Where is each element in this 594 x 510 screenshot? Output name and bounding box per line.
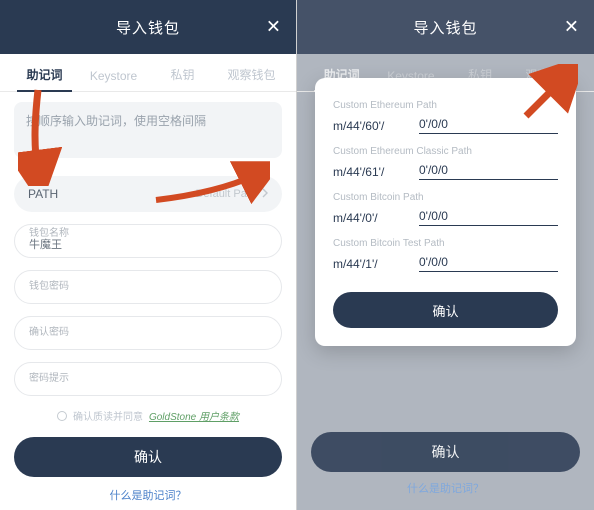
tab-privatekey[interactable]: 私钥: [148, 66, 217, 91]
chevron-right-icon: [262, 188, 268, 201]
wallet-name-field[interactable]: 钱包名称 牛魔王: [14, 224, 282, 258]
path-row[interactable]: PATH Default Path: [14, 176, 282, 212]
what-is-mnemonic-link[interactable]: 什么是助记词？: [0, 487, 296, 503]
confirm-password-field[interactable]: 确认密码: [14, 316, 282, 350]
mnemonic-input[interactable]: 按顺序输入助记词，使用空格间隔: [14, 102, 282, 158]
confirm-button[interactable]: 确认: [14, 437, 282, 477]
path-row-eth: m/44'/60'/ 0'/0/0: [333, 117, 558, 140]
path-row-etc: m/44'/61'/ 0'/0/0: [333, 163, 558, 186]
path-label: PATH: [28, 187, 58, 201]
section-label-btctest: Custom Bitcoin Test Path: [333, 238, 558, 249]
path-input[interactable]: 0'/0/0: [419, 117, 558, 134]
path-row-btc: m/44'/0'/ 0'/0/0: [333, 209, 558, 232]
password-field[interactable]: 钱包密码: [14, 270, 282, 304]
section-label-btc: Custom Bitcoin Path: [333, 192, 558, 203]
page-title: 导入钱包: [116, 17, 180, 38]
path-row-btctest: m/44'/1'/ 0'/0/0: [333, 255, 558, 278]
right-screen: 导入钱包 ✕ 助记词 Keystore 私钥 观察钱包 确认 什么是助记词？ C…: [297, 0, 594, 510]
app-header: 导入钱包 ✕: [0, 0, 296, 54]
tab-mnemonic[interactable]: 助记词: [10, 66, 79, 91]
app-header-dim: 导入钱包 ✕: [297, 0, 594, 54]
what-is-mnemonic-link-dim: 什么是助记词？: [297, 480, 594, 496]
terms-row: 确认质读并同意 GoldStone 用户条款: [14, 408, 282, 423]
section-label-eth: Custom Ethereum Path: [333, 100, 558, 111]
path-input[interactable]: 0'/0/0: [419, 163, 558, 180]
path-prefix: m/44'/60'/: [333, 119, 403, 133]
content: 按顺序输入助记词，使用空格间隔 PATH Default Path 钱包名称 牛…: [0, 92, 296, 423]
confirm-button-dim: 确认: [311, 432, 580, 472]
left-screen: 导入钱包 ✕ 助记词 Keystore 私钥 观察钱包 按顺序输入助记词，使用空…: [0, 0, 297, 510]
path-prefix: m/44'/1'/: [333, 257, 403, 271]
path-input[interactable]: 0'/0/0: [419, 255, 558, 272]
terms-checkbox[interactable]: [57, 411, 67, 421]
path-modal: Custom Ethereum Path m/44'/60'/ 0'/0/0 C…: [315, 78, 576, 346]
mnemonic-placeholder: 按顺序输入助记词，使用空格间隔: [26, 112, 206, 129]
path-prefix: m/44'/0'/: [333, 211, 403, 225]
password-hint-field[interactable]: 密码提示: [14, 362, 282, 396]
close-icon[interactable]: ✕: [266, 17, 282, 38]
tabs: 助记词 Keystore 私钥 观察钱包: [0, 54, 296, 92]
path-prefix: m/44'/61'/: [333, 165, 403, 179]
terms-link[interactable]: GoldStone 用户条款: [149, 408, 239, 423]
section-label-etc: Custom Ethereum Classic Path: [333, 146, 558, 157]
page-title-dim: 导入钱包: [413, 17, 477, 38]
modal-confirm-button[interactable]: 确认: [333, 292, 558, 328]
tab-keystore[interactable]: Keystore: [79, 69, 148, 91]
close-icon-dim[interactable]: ✕: [564, 17, 580, 38]
path-value: Default Path: [195, 188, 268, 201]
tab-watch[interactable]: 观察钱包: [217, 66, 286, 91]
path-input[interactable]: 0'/0/0: [419, 209, 558, 226]
